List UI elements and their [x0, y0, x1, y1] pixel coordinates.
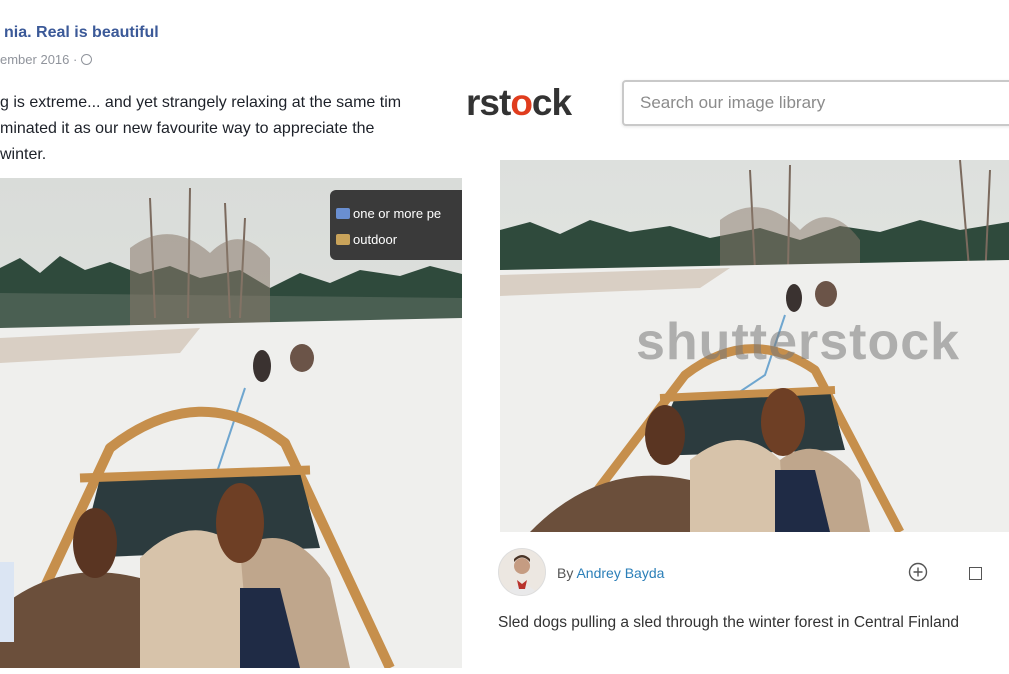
stock-site-logo[interactable]: rstock — [466, 82, 572, 124]
post-page-title[interactable]: nia. Real is beautiful — [4, 24, 159, 42]
author-row: By Andrey Bayda — [498, 548, 1009, 598]
post-photo[interactable]: one or more pe outdoor — [0, 178, 462, 668]
author-prefix: By — [557, 565, 574, 581]
cropped-side-thumbnail[interactable] — [0, 562, 14, 642]
post-text-line: g is extreme... and yet strangely relaxi… — [0, 94, 402, 111]
ai-tag-label: outdoor — [353, 231, 398, 247]
search-input[interactable] — [624, 82, 1009, 124]
image-caption: Sled dogs pulling a sled through the win… — [498, 614, 959, 631]
globe-icon[interactable] — [81, 54, 93, 65]
stock-photo[interactable]: shutterstock — [500, 160, 1009, 532]
post-meta: ember 2016 · — [0, 52, 93, 67]
outdoor-icon — [336, 233, 350, 245]
search-box — [622, 80, 1009, 126]
people-icon — [336, 207, 350, 219]
post-text-line: minated it as our new favourite way to a… — [0, 120, 375, 137]
author-credit: By Andrey Bayda — [557, 565, 664, 581]
post-text: g is extreme... and yet strangely relaxi… — [0, 90, 462, 168]
logo-suffix: ck — [531, 82, 572, 123]
logo-prefix: rst — [466, 82, 511, 123]
post-text-line: winter. — [0, 146, 47, 163]
author-name-link[interactable]: Andrey Bayda — [576, 565, 664, 581]
watermark-text: shutterstock — [636, 313, 961, 371]
avatar[interactable] — [498, 548, 546, 596]
ai-tag: outdoor — [336, 226, 462, 252]
add-to-lightbox-icon[interactable] — [908, 562, 928, 582]
similar-images-icon[interactable] — [969, 567, 982, 580]
ai-tags-overlay: one or more pe outdoor — [330, 190, 462, 260]
post-date: ember 2016 · — [0, 52, 78, 67]
ai-tag-label: one or more pe — [353, 205, 442, 221]
ai-tag: one or more pe — [336, 200, 462, 226]
logo-accent: o — [510, 82, 533, 123]
screenshot-canvas: nia. Real is beautiful ember 2016 · g is… — [0, 0, 1009, 674]
author-avatar-image — [499, 549, 545, 595]
